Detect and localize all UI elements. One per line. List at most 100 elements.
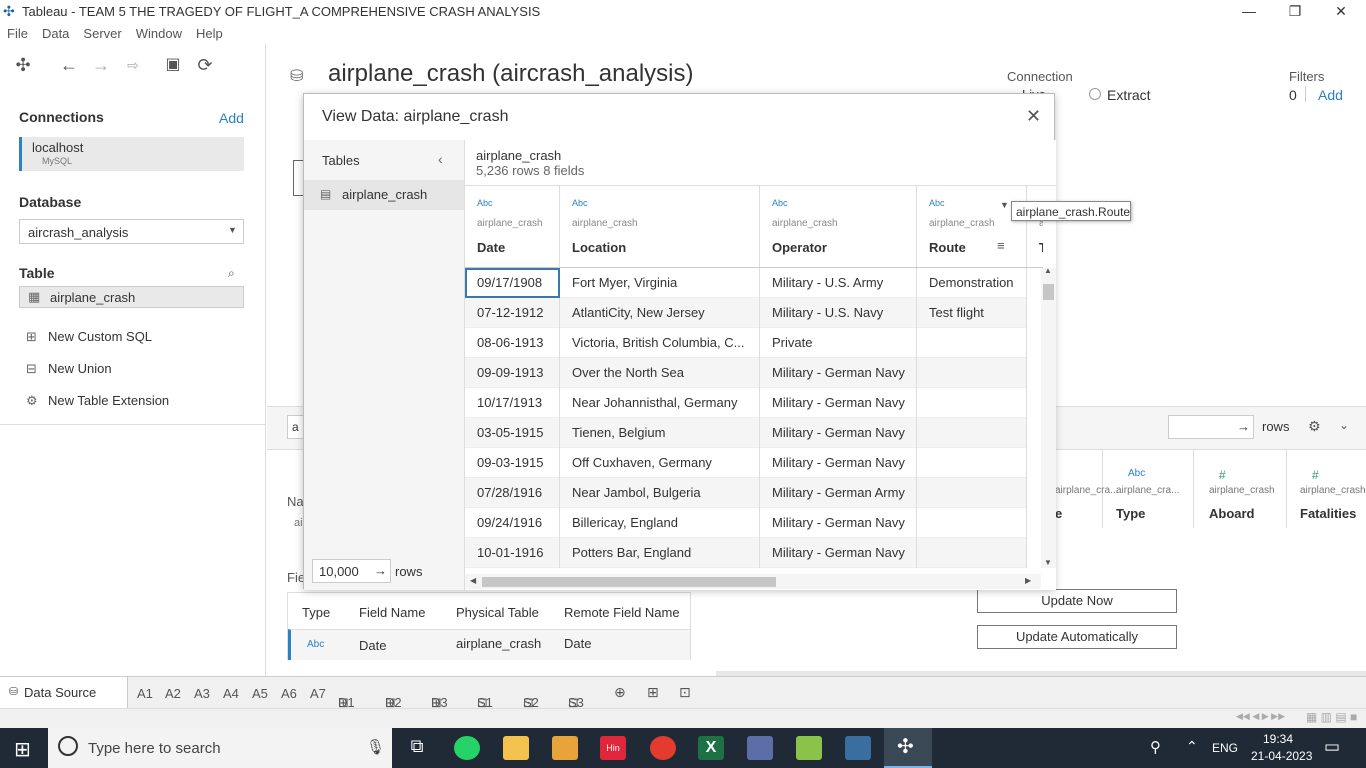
- vertical-scrollbar[interactable]: ▲ ▼: [1041, 266, 1056, 568]
- new-worksheet-icon[interactable]: ⊕: [614, 684, 626, 701]
- menu-help[interactable]: Help: [189, 22, 230, 41]
- table-cell[interactable]: Billericay, England: [560, 508, 760, 538]
- rows-input[interactable]: →: [1168, 415, 1254, 439]
- tableau-start-icon[interactable]: ✣: [12, 54, 34, 76]
- table-cell[interactable]: Military - German Army: [760, 478, 917, 508]
- fields-header-table[interactable]: Physical Table: [456, 605, 539, 620]
- bg-column-header[interactable]: # airplane_crash Aboard: [1195, 450, 1287, 528]
- scroll-down-icon[interactable]: ▼: [1044, 558, 1052, 567]
- microphone-icon[interactable]: 🎙: [366, 738, 385, 756]
- sort-icon[interactable]: ≡: [997, 238, 1005, 253]
- table-cell[interactable]: Military - German Navy: [760, 508, 917, 538]
- table-cell[interactable]: 09-09-1913: [465, 358, 560, 388]
- table-cell[interactable]: Demonstration: [917, 268, 1027, 298]
- tab-data-source[interactable]: ⛁ Data Source: [0, 677, 128, 708]
- table-row[interactable]: 09-03-1915 Off Cuxhaven, Germany Military …: [465, 448, 1043, 478]
- table-item-airplane-crash[interactable]: ▦ airplane_crash: [19, 286, 244, 308]
- scroll-up-icon[interactable]: ▲: [1044, 266, 1052, 275]
- tab-a7[interactable]: A7: [310, 686, 326, 701]
- table-cell[interactable]: Fort Myer, Virginia: [560, 268, 760, 298]
- clock-date[interactable]: 21-04-2023: [1251, 749, 1312, 763]
- table-cell[interactable]: Military - German Navy: [760, 418, 917, 448]
- table-cell[interactable]: [917, 508, 1027, 538]
- table-cell[interactable]: Military - German Navy: [760, 538, 917, 568]
- language-indicator[interactable]: ENG: [1212, 741, 1238, 755]
- gear-icon[interactable]: ⚙: [1308, 418, 1321, 435]
- chevron-up-icon[interactable]: ⌃: [1186, 738, 1198, 755]
- minimize-button[interactable]: —: [1226, 0, 1272, 22]
- table-cell[interactable]: [917, 418, 1027, 448]
- table-cell[interactable]: 03-05-1915: [465, 418, 560, 448]
- close-icon[interactable]: ✕: [1026, 106, 1041, 127]
- table-cell[interactable]: Off Cuxhaven, Germany: [560, 448, 760, 478]
- table-cell[interactable]: Military - German Navy: [760, 448, 917, 478]
- table-cell[interactable]: 10/17/1913: [465, 388, 560, 418]
- table-cell[interactable]: [917, 328, 1027, 358]
- table-cell[interactable]: Military - U.S. Navy: [760, 298, 917, 328]
- table-cell[interactable]: Military - German Navy: [760, 358, 917, 388]
- table-row[interactable]: 09/17/1908 Fort Myer, Virginia Military - …: [465, 268, 1043, 298]
- rows-input[interactable]: 10,000 →: [312, 559, 391, 583]
- table-cell[interactable]: 07-12-1912: [465, 298, 560, 328]
- add-filter-link[interactable]: Add: [1318, 87, 1343, 103]
- back-icon[interactable]: ←: [58, 54, 80, 76]
- windows-start-icon[interactable]: ⊞: [14, 737, 31, 762]
- bg-column-header[interactable]: Abc airplane_cra... Type: [1104, 450, 1194, 528]
- scroll-left-icon[interactable]: ◀: [470, 576, 476, 585]
- database-select[interactable]: aircrash_analysis ▼: [19, 219, 244, 244]
- table-cell[interactable]: AtlantiCity, New Jersey: [560, 298, 760, 328]
- excel-icon[interactable]: X: [698, 736, 724, 760]
- table-row[interactable]: Abc Date airplane_crash Date: [288, 629, 690, 660]
- app-icon[interactable]: [845, 736, 871, 760]
- table-cell[interactable]: Near Jambol, Bulgeria: [560, 478, 760, 508]
- table-row[interactable]: 10-01-1916 Potters Bar, England Military -…: [465, 538, 1043, 568]
- table-cell[interactable]: Test flight: [917, 298, 1027, 328]
- table-row[interactable]: 07/28/1916 Near Jambol, Bulgeria Military …: [465, 478, 1043, 508]
- collapse-icon[interactable]: ‹: [438, 151, 443, 167]
- name-field[interactable]: ai: [294, 517, 303, 529]
- app-icon[interactable]: Hin: [600, 736, 626, 760]
- table-row[interactable]: 03-05-1915 Tienen, Belgium Military - Germ…: [465, 418, 1043, 448]
- table-cell[interactable]: 09/24/1916: [465, 508, 560, 538]
- people-icon[interactable]: ⚲: [1150, 738, 1161, 756]
- tab-a6[interactable]: A6: [281, 686, 297, 701]
- table-cell[interactable]: [917, 478, 1027, 508]
- menu-file[interactable]: File: [0, 22, 35, 41]
- column-header-operator[interactable]: Abc airplane_crash Operator: [760, 186, 917, 267]
- clock-time[interactable]: 19:34: [1263, 732, 1293, 746]
- table-row[interactable]: 09/24/1916 Billericay, England Military - …: [465, 508, 1043, 538]
- whatsapp-icon[interactable]: [454, 736, 480, 760]
- table-cell[interactable]: Private: [760, 328, 917, 358]
- tab-a5[interactable]: A5: [252, 686, 268, 701]
- table-cell[interactable]: [917, 538, 1027, 568]
- new-story-icon[interactable]: ⊡: [679, 684, 691, 701]
- new-table-extension[interactable]: ⚙ New Table Extension: [26, 393, 169, 409]
- dropdown-icon[interactable]: ▼: [1000, 200, 1009, 210]
- tab-a4[interactable]: A4: [223, 686, 239, 701]
- connection-item[interactable]: localhost MySQL: [19, 137, 244, 171]
- column-header-route[interactable]: Abc ▼ airplane_crash Route ≡: [917, 186, 1027, 267]
- table-cell[interactable]: [917, 358, 1027, 388]
- search-icon[interactable]: ⌕: [228, 266, 235, 281]
- forward-icon[interactable]: →: [90, 54, 112, 76]
- fields-header-name[interactable]: Field Name: [359, 605, 425, 620]
- menu-data[interactable]: Data: [35, 22, 76, 41]
- column-header-type[interactable]: ai Ty: [1027, 186, 1043, 267]
- nav-arrows-icon[interactable]: ◀◀ ◀ ▶ ▶▶: [1236, 711, 1285, 722]
- new-dashboard-icon[interactable]: ⊞: [647, 684, 659, 701]
- tables-item[interactable]: ▤ airplane_crash: [304, 180, 464, 210]
- table-row[interactable]: 10/17/1913 Near Johannisthal, Germany Mili…: [465, 388, 1043, 418]
- file-explorer-icon[interactable]: [503, 736, 529, 760]
- restore-button[interactable]: ❐: [1272, 0, 1318, 22]
- table-row[interactable]: 07-12-1912 AtlantiCity, New Jersey Militar…: [465, 298, 1043, 328]
- new-union[interactable]: ⊟ New Union: [26, 361, 112, 377]
- scrollbar-thumb[interactable]: [1043, 284, 1054, 300]
- menu-server[interactable]: Server: [76, 22, 128, 41]
- chrome-icon[interactable]: [650, 736, 676, 760]
- view-toggle-icon[interactable]: ▦ ▥ ▤ ■: [1306, 710, 1357, 724]
- tab-a1[interactable]: A1: [137, 686, 153, 701]
- bg-column-header[interactable]: # airplane_crash Fatalities: [1288, 450, 1366, 528]
- refresh-icon[interactable]: ⟳: [194, 54, 216, 76]
- tableau-taskbar-item[interactable]: ✣: [884, 728, 932, 768]
- fields-header-type[interactable]: Type: [302, 605, 330, 620]
